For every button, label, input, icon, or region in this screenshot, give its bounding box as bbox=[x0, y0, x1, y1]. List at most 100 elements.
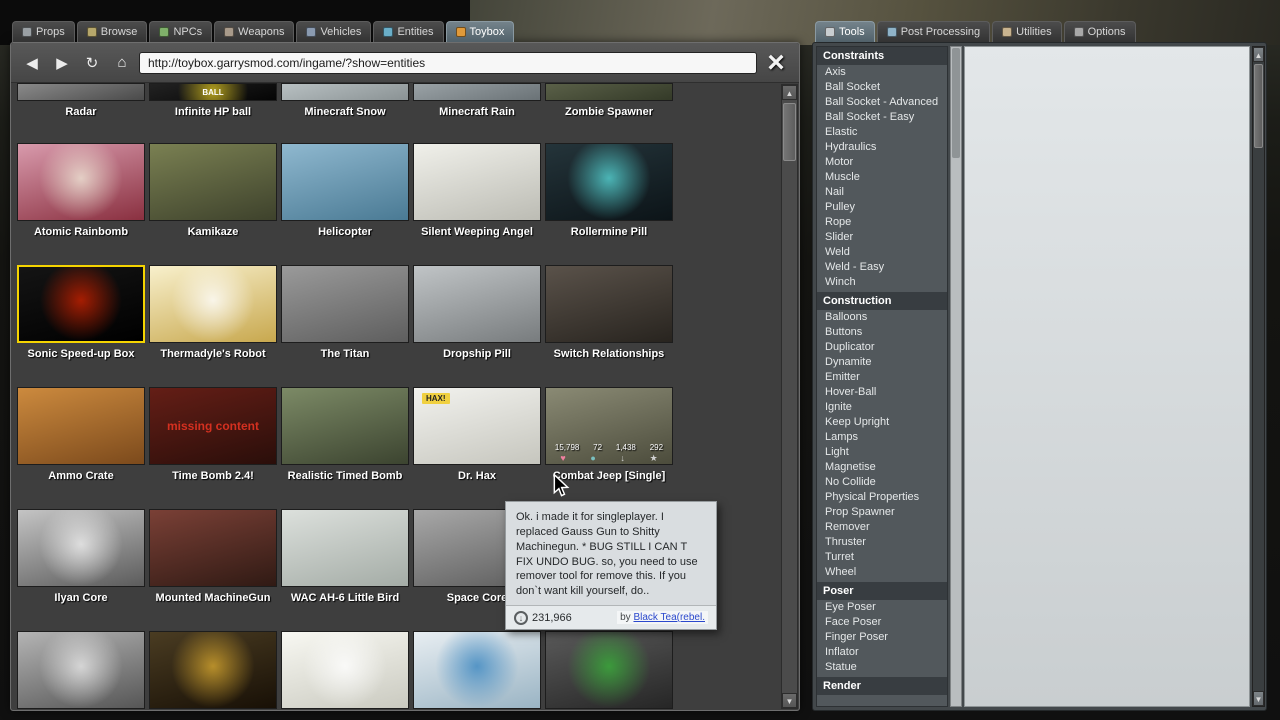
tool-item-rope[interactable]: Rope bbox=[817, 215, 947, 230]
entity-thumbnail[interactable] bbox=[149, 143, 277, 221]
tool-item-magnetise[interactable]: Magnetise bbox=[817, 460, 947, 475]
tool-category-poser[interactable]: Poser bbox=[817, 582, 947, 600]
spawnmenu-tab-npcs[interactable]: NPCs bbox=[149, 21, 213, 42]
back-button[interactable]: ◀ bbox=[19, 50, 45, 76]
tool-item-buttons[interactable]: Buttons bbox=[817, 325, 947, 340]
entity-thumbnail[interactable] bbox=[281, 509, 409, 587]
tool-item-prop-spawner[interactable]: Prop Spawner bbox=[817, 505, 947, 520]
entity-thumbnail[interactable] bbox=[149, 265, 277, 343]
entity-thumbnail[interactable] bbox=[281, 83, 409, 101]
tool-item-motor[interactable]: Motor bbox=[817, 155, 947, 170]
toolmenu-tab-post-processing[interactable]: Post Processing bbox=[876, 21, 991, 42]
entity-thumbnail[interactable] bbox=[17, 387, 145, 465]
entity-thumbnail[interactable]: BALL bbox=[149, 83, 277, 101]
spawnmenu-tab-entities[interactable]: Entities bbox=[373, 21, 444, 42]
entity-thumbnail[interactable] bbox=[17, 265, 145, 343]
tool-item-slider[interactable]: Slider bbox=[817, 230, 947, 245]
url-input[interactable] bbox=[139, 51, 757, 74]
scroll-down-button[interactable]: ▼ bbox=[1253, 691, 1264, 706]
spawnmenu-tab-vehicles[interactable]: Vehicles bbox=[296, 21, 372, 42]
tool-item-muscle[interactable]: Muscle bbox=[817, 170, 947, 185]
scroll-up-button[interactable]: ▲ bbox=[1253, 47, 1264, 62]
toolmenu-tab-options[interactable]: Options bbox=[1063, 21, 1136, 42]
entity-thumbnail[interactable]: 15,798 72 1,438 292 ♥ ● ↓ ★ bbox=[545, 387, 673, 465]
scrollbar-thumb[interactable] bbox=[1254, 64, 1263, 148]
entity-thumbnail[interactable] bbox=[281, 631, 409, 709]
tool-item-ball-socket-easy[interactable]: Ball Socket - Easy bbox=[817, 110, 947, 125]
grid-item: Minecraft Rain bbox=[413, 83, 541, 119]
entity-thumbnail[interactable] bbox=[17, 143, 145, 221]
forward-button[interactable]: ▶ bbox=[49, 50, 75, 76]
tool-item-pulley[interactable]: Pulley bbox=[817, 200, 947, 215]
entity-thumbnail[interactable] bbox=[281, 143, 409, 221]
tool-item-no-collide[interactable]: No Collide bbox=[817, 475, 947, 490]
entity-thumbnail[interactable]: missing content bbox=[149, 387, 277, 465]
entity-thumbnail[interactable] bbox=[413, 265, 541, 343]
tool-item-lamps[interactable]: Lamps bbox=[817, 430, 947, 445]
tool-item-eye-poser[interactable]: Eye Poser bbox=[817, 600, 947, 615]
tool-item-axis[interactable]: Axis bbox=[817, 65, 947, 80]
tool-category-render[interactable]: Render bbox=[817, 677, 947, 695]
scroll-up-button[interactable]: ▲ bbox=[782, 85, 797, 100]
entity-thumbnail[interactable] bbox=[17, 509, 145, 587]
entity-thumbnail[interactable] bbox=[413, 631, 541, 709]
tool-item-keep-upright[interactable]: Keep Upright bbox=[817, 415, 947, 430]
entity-thumbnail[interactable] bbox=[149, 509, 277, 587]
author-link[interactable]: Black Tea(rebel. bbox=[633, 612, 705, 623]
tools-scrollbar[interactable] bbox=[950, 46, 962, 707]
entity-thumbnail[interactable] bbox=[17, 83, 145, 101]
tool-item-winch[interactable]: Winch bbox=[817, 275, 947, 290]
refresh-button[interactable]: ↻ bbox=[79, 50, 105, 76]
entity-thumbnail[interactable] bbox=[17, 631, 145, 709]
tool-item-elastic[interactable]: Elastic bbox=[817, 125, 947, 140]
tool-item-ignite[interactable]: Ignite bbox=[817, 400, 947, 415]
spawnmenu-tab-browse[interactable]: Browse bbox=[76, 21, 148, 42]
tool-item-weld-easy[interactable]: Weld - Easy bbox=[817, 260, 947, 275]
tool-item-hydraulics[interactable]: Hydraulics bbox=[817, 140, 947, 155]
tool-item-ball-socket[interactable]: Ball Socket bbox=[817, 80, 947, 95]
entity-thumbnail[interactable] bbox=[149, 631, 277, 709]
tool-item-dynamite[interactable]: Dynamite bbox=[817, 355, 947, 370]
entity-thumbnail[interactable] bbox=[545, 83, 673, 101]
spawnmenu-tab-weapons[interactable]: Weapons bbox=[214, 21, 295, 42]
tool-item-turret[interactable]: Turret bbox=[817, 550, 947, 565]
tool-item-finger-poser[interactable]: Finger Poser bbox=[817, 630, 947, 645]
tool-item-hover-ball[interactable]: Hover-Ball bbox=[817, 385, 947, 400]
tool-item-nail[interactable]: Nail bbox=[817, 185, 947, 200]
spawnmenu-tab-toybox[interactable]: Toybox bbox=[445, 21, 515, 42]
toolmenu-tab-tools[interactable]: Tools bbox=[815, 21, 875, 42]
tool-item-duplicator[interactable]: Duplicator bbox=[817, 340, 947, 355]
tool-category-construction[interactable]: Construction bbox=[817, 292, 947, 310]
tool-item-statue[interactable]: Statue bbox=[817, 660, 947, 675]
entity-thumbnail[interactable] bbox=[545, 265, 673, 343]
tool-item-light[interactable]: Light bbox=[817, 445, 947, 460]
tool-item-ball-socket-advanced[interactable]: Ball Socket - Advanced bbox=[817, 95, 947, 110]
entity-thumbnail[interactable] bbox=[281, 387, 409, 465]
scrollbar-thumb[interactable] bbox=[952, 48, 960, 158]
scroll-down-button[interactable]: ▼ bbox=[782, 693, 797, 708]
entity-thumbnail[interactable]: HAX! bbox=[413, 387, 541, 465]
tool-item-inflator[interactable]: Inflator bbox=[817, 645, 947, 660]
entity-thumbnail[interactable] bbox=[545, 631, 673, 709]
tool-category-constraints[interactable]: Constraints bbox=[817, 47, 947, 65]
tool-item-weld[interactable]: Weld bbox=[817, 245, 947, 260]
entity-label: Realistic Timed Bomb bbox=[287, 470, 403, 482]
tool-item-remover[interactable]: Remover bbox=[817, 520, 947, 535]
close-button[interactable]: × bbox=[761, 47, 791, 77]
toolmenu-tab-utilities[interactable]: Utilities bbox=[992, 21, 1062, 42]
spawnmenu-tab-props[interactable]: Props bbox=[12, 21, 75, 42]
browser-scrollbar[interactable]: ▲ ▼ bbox=[781, 84, 798, 709]
tool-item-wheel[interactable]: Wheel bbox=[817, 565, 947, 580]
tool-item-emitter[interactable]: Emitter bbox=[817, 370, 947, 385]
tool-item-balloons[interactable]: Balloons bbox=[817, 310, 947, 325]
entity-thumbnail[interactable] bbox=[413, 83, 541, 101]
home-button[interactable]: ⌂ bbox=[109, 50, 135, 76]
entity-thumbnail[interactable] bbox=[545, 143, 673, 221]
entity-thumbnail[interactable] bbox=[413, 143, 541, 221]
scrollbar-thumb[interactable] bbox=[783, 103, 796, 161]
tool-item-face-poser[interactable]: Face Poser bbox=[817, 615, 947, 630]
tool-item-thruster[interactable]: Thruster bbox=[817, 535, 947, 550]
tool-item-physical-properties[interactable]: Physical Properties bbox=[817, 490, 947, 505]
entity-thumbnail[interactable] bbox=[281, 265, 409, 343]
panel-scrollbar[interactable]: ▲ ▼ bbox=[1252, 46, 1265, 707]
